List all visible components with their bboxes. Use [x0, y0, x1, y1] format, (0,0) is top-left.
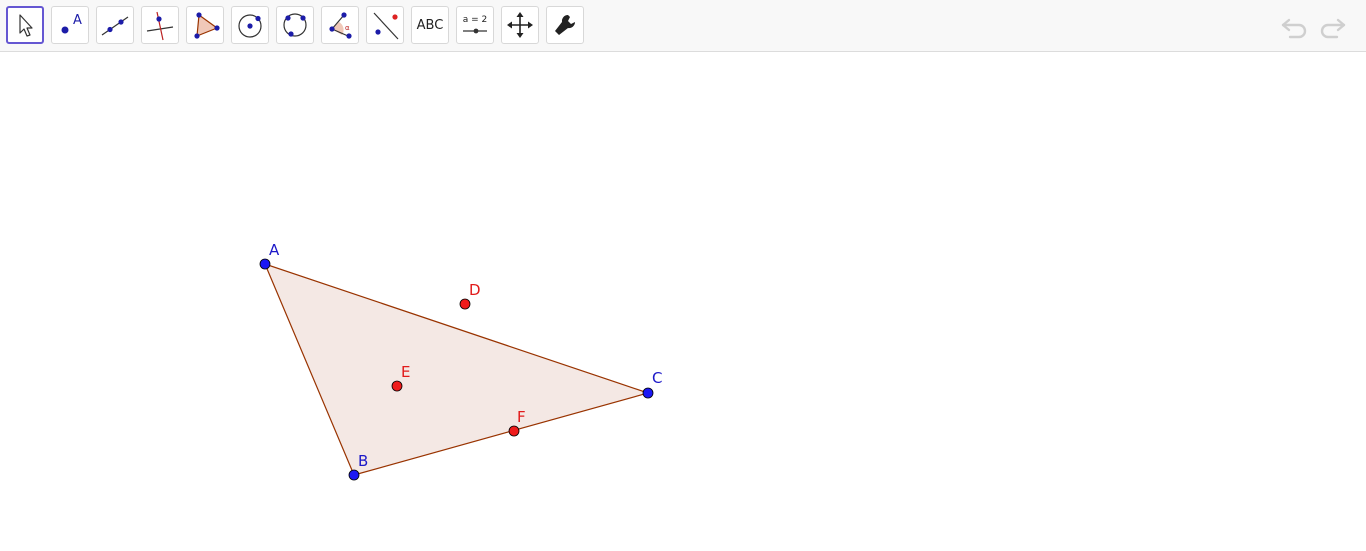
- slider-icon: a = 2: [463, 15, 488, 34]
- line-tool-button[interactable]: [96, 6, 134, 44]
- redo-icon: [1320, 18, 1346, 39]
- circle-three-points-tool-button[interactable]: [276, 6, 314, 44]
- tools-menu-button[interactable]: [546, 6, 584, 44]
- text-tool-button[interactable]: ABC: [411, 6, 449, 44]
- redo-button[interactable]: [1316, 12, 1348, 42]
- wrench-icon: [555, 14, 576, 35]
- point-c-label: C: [652, 369, 662, 387]
- undo-icon: [1281, 18, 1307, 39]
- angle-icon: α: [329, 12, 352, 39]
- reflect-tool-button[interactable]: [366, 6, 404, 44]
- point-a[interactable]: [259, 258, 271, 270]
- reflect-about-line-icon: [373, 12, 399, 40]
- circle-three-points-icon: [283, 13, 307, 37]
- move-graphics-view-tool-button[interactable]: [501, 6, 539, 44]
- geometry-canvas[interactable]: A B C D E F: [0, 53, 1366, 551]
- line-through-points-icon: [101, 16, 129, 36]
- point-b-label: B: [358, 452, 368, 470]
- triangle-abc[interactable]: [263, 263, 651, 476]
- point-b[interactable]: [348, 469, 360, 481]
- point-tool-button[interactable]: A: [51, 6, 89, 44]
- graphics-view[interactable]: A B C D E F: [0, 53, 1366, 551]
- point-e[interactable]: [391, 380, 403, 392]
- move-graphics-view-icon: [507, 12, 533, 38]
- toolbar: A α ABC a = 2: [0, 0, 1366, 52]
- slider-tool-label: a = 2: [463, 15, 488, 25]
- polygon-tool-button[interactable]: [186, 6, 224, 44]
- perpendicular-line-tool-button[interactable]: [141, 6, 179, 44]
- slider-tool-button[interactable]: a = 2: [456, 6, 494, 44]
- point-tool-label: A: [73, 13, 82, 28]
- polygon-icon: [194, 12, 220, 39]
- move-tool-button[interactable]: [6, 6, 44, 44]
- text-icon: ABC: [416, 17, 444, 33]
- circle-center-point-icon: [238, 14, 262, 38]
- point-a-label: A: [269, 241, 280, 259]
- undo-button[interactable]: [1279, 12, 1311, 42]
- angle-tool-button[interactable]: α: [321, 6, 359, 44]
- point-f[interactable]: [508, 425, 520, 437]
- point-c[interactable]: [642, 387, 654, 399]
- perpendicular-line-icon: [146, 11, 174, 41]
- circle-center-tool-button[interactable]: [231, 6, 269, 44]
- point-d[interactable]: [459, 298, 471, 310]
- cursor-arrow-icon: [19, 14, 33, 37]
- point-d-label: D: [469, 281, 481, 299]
- point-f-label: F: [517, 408, 526, 426]
- angle-tool-label: α: [345, 24, 350, 32]
- point-e-label: E: [401, 363, 410, 381]
- point-icon: A: [61, 13, 82, 34]
